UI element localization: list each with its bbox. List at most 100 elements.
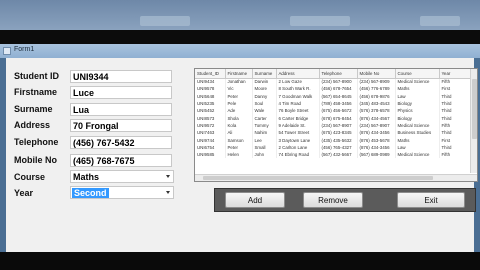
table-cell: First [439,136,472,144]
vertical-scrollbar[interactable] [470,69,477,173]
table-row[interactable]: UNI5452 Ade Wale 76 Boyle Street (675) 456-5… [195,107,472,115]
desktop-background [0,0,480,30]
table-cell: Biology [395,99,440,108]
table-cell: Kola [225,121,253,130]
firstname-input[interactable]: Luce [70,86,172,99]
table-cell: (876) 434-3456 [357,129,396,137]
table-cell: Third [439,143,472,151]
table-cell: Law [395,92,440,100]
table-row[interactable]: UNI6754 Peter Small 2 Carlton Lane (456) 765… [195,143,472,151]
table-cell: (234) 567-8907 [357,121,396,130]
table-cell: Jonathan [225,78,253,86]
column-header[interactable]: Surname [252,69,277,79]
table-cell: Medical Science [395,121,440,130]
blurred-taskbar-item [140,16,190,26]
student-id-input[interactable]: UNI9344 [70,70,172,83]
blurred-taskbar-item [420,16,460,26]
column-header[interactable]: Student_ID [195,69,226,79]
title-bar[interactable]: Form1 [0,44,480,58]
table-row[interactable]: UNI9434 Jonathan Darwin 2 Low Gaze (234) 567… [195,78,472,86]
table-cell: Vic [225,85,253,93]
year-dropdown[interactable]: Second [70,186,174,199]
column-header[interactable]: Telephone [319,69,358,79]
mobile-no-input[interactable]: (465) 768-7675 [70,154,172,167]
table-row[interactable]: UNI9572 Kola Tommy 9 Adelaide St. (234) 567-… [195,121,472,130]
student-id-label: Student ID [14,71,59,81]
table-row[interactable]: UNI9585 Helen John 74 Ebring Road (567) 432-… [195,150,472,159]
table-cell: (456) 678-7654 [319,85,358,93]
address-input[interactable]: 70 Frongal [70,119,172,132]
column-header[interactable]: Year [439,69,472,79]
students-data-grid[interactable]: Student_ID Firstname Surname Address Telepho… [194,68,478,182]
table-cell: Medical Science [395,78,440,86]
firstname-label: Firstname [14,87,58,97]
column-header[interactable]: Address [276,69,320,79]
telephone-input[interactable]: (456) 767-5432 [70,136,172,149]
table-cell: Third [439,99,472,108]
table-cell: (789) 458-3456 [319,99,358,108]
table-cell: Ade [225,107,253,115]
students-table: Student_ID Firstname Surname Address Telepho… [195,69,472,159]
surname-input[interactable]: Lua [70,103,172,116]
table-cell: Biology [395,114,440,122]
table-cell: UNI5648 [195,92,226,100]
table-cell: Nahim [252,129,277,137]
table-cell: UNI9434 [195,78,226,86]
column-header[interactable]: Course [395,69,440,79]
table-cell: Physics [395,107,440,115]
table-row[interactable]: UNI5235 Pele Soul 4 Tim Road (789) 458-3456(… [195,99,472,108]
table-cell: Law [395,143,440,151]
address-label: Address [14,120,51,130]
horizontal-scrollbar[interactable] [195,174,477,181]
table-cell: (678) 675-8454 [319,114,358,122]
desktop-footer [0,252,480,270]
chevron-down-icon[interactable] [166,191,170,194]
table-cell: (567) 689-0989 [357,150,396,159]
table-cell: 8 South Wark R. [276,85,320,93]
course-dropdown[interactable]: Maths [70,170,174,183]
table-cell: Fifth [439,150,472,159]
course-value: Maths [73,172,100,182]
table-cell: (435) 435-5632 [319,136,358,144]
scroll-thumb[interactable] [203,176,433,180]
table-cell: 3 Daytown Lane [276,136,320,144]
scroll-thumb[interactable] [472,79,477,139]
table-cell: John [252,150,277,159]
table-cell: Fifth [439,121,472,130]
table-cell: 54 Tower Street [276,129,320,137]
table-cell: (576) 378-6578 [357,107,396,115]
table-cell: 74 Ebring Road [276,150,320,159]
year-value: Second [72,188,109,198]
table-cell: (345) 483-4543 [357,99,396,108]
remove-button[interactable]: Remove [303,192,363,208]
form-window: Form1 Student ID UNI9344 Firstname Luce … [0,44,480,252]
table-cell: Darwin [252,78,277,86]
table-row[interactable]: UNI8573 Shola Carter 6 Carter Bridge (678) 6… [195,114,472,122]
table-cell: Maths [395,136,440,144]
form-client-area: Student ID UNI9344 Firstname Luce Surnam… [6,58,478,252]
table-cell: Peter [225,92,253,100]
table-row[interactable]: UNI5648 Peter Danny 7 Goodman Walk (567) 654… [195,92,472,100]
telephone-label: Telephone [14,137,59,147]
table-row[interactable]: UNI7463 Ali Nahim 54 Tower Street (675) 423-… [195,129,472,137]
table-cell: (567) 432-5667 [319,150,358,159]
chevron-down-icon[interactable] [166,175,170,178]
table-cell: Third [439,129,472,137]
table-cell: (234) 567-8907 [319,121,358,130]
table-cell: First [439,85,472,93]
add-button[interactable]: Add [225,192,285,208]
table-cell: 76 Boyle Street [276,107,320,115]
table-cell: 4 Tim Road [276,99,320,108]
table-cell: UNI5452 [195,107,226,115]
year-label: Year [14,188,34,198]
table-row[interactable]: UNI9578 Vic Moore 8 South Wark R. (456) 678-… [195,85,472,93]
exit-button[interactable]: Exit [397,192,465,208]
column-header[interactable]: Mobile No [357,69,396,79]
column-header[interactable]: Firstname [225,69,253,79]
table-cell: (234) 567-8909 [357,78,396,86]
table-cell: (456) 678-9876 [357,92,396,100]
table-row[interactable]: UNI9744 Samson Lee 3 Daytown Lane (435) 435-… [195,136,472,144]
table-cell: Helen [225,150,253,159]
table-cell: Tommy [252,121,277,130]
table-cell: Pele [225,99,253,108]
